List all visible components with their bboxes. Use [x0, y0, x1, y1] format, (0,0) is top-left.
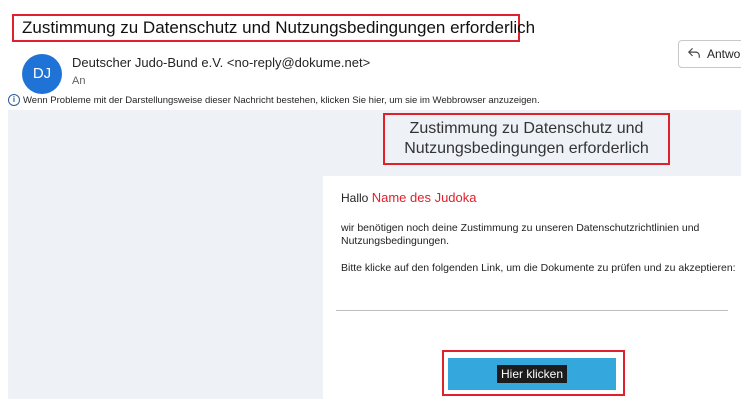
display-issue-text: Wenn Probleme mit der Darstellungsweise … — [23, 94, 540, 106]
hier-klicken-label: Hier klicken — [496, 365, 567, 383]
instruction-paragraph: Bitte klicke auf den folgenden Link, um … — [341, 262, 736, 274]
reply-arrow-icon — [687, 46, 701, 63]
sender-avatar: DJ — [22, 54, 62, 94]
email-subject: Zustimmung zu Datenschutz und Nutzungsbe… — [12, 14, 535, 42]
email-body-heading: Zustimmung zu Datenschutz und Nutzungsbe… — [383, 113, 670, 165]
display-issue-notice[interactable]: i Wenn Probleme mit der Darstellungsweis… — [8, 93, 540, 107]
email-body-heading-line1: Zustimmung zu Datenschutz und — [409, 120, 644, 137]
hier-klicken-button[interactable]: Hier klicken — [448, 358, 616, 390]
divider — [336, 310, 728, 311]
greeting: Hallo Name des Judoka — [341, 190, 476, 205]
greeting-word: Hallo — [341, 191, 369, 205]
recipient-name: Name des Judoka — [371, 190, 477, 205]
recipient-label: An — [72, 75, 86, 87]
sender-name: Deutscher Judo-Bund e.V. <no-reply@dokum… — [72, 55, 371, 70]
reply-button[interactable]: Antwo — [678, 40, 741, 68]
email-body-heading-line2: Nutzungsbedingungen erforderlich — [404, 140, 649, 157]
consent-paragraph: wir benötigen noch deine Zustimmung zu u… — [341, 222, 700, 247]
info-circle-icon: i — [8, 94, 20, 106]
reply-button-label: Antwo — [707, 47, 741, 61]
